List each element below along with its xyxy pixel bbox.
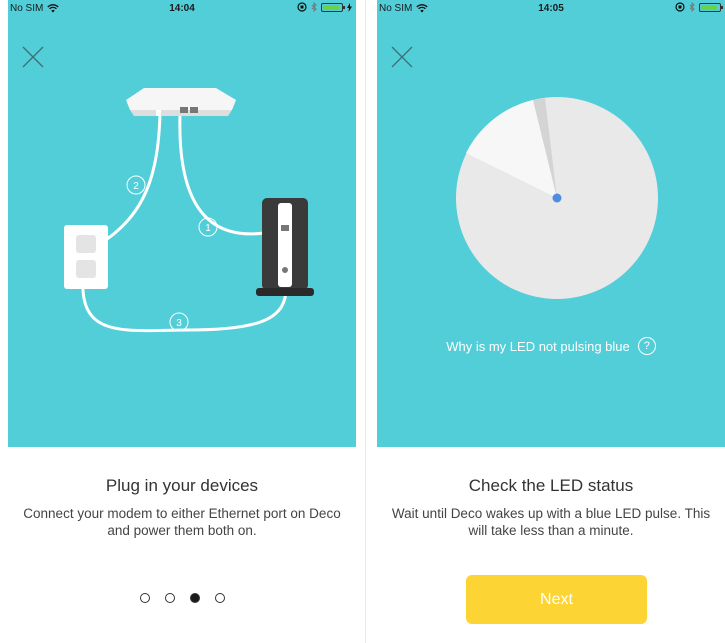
page-description: Connect your modem to either Ethernet po…: [23, 506, 341, 538]
deco-led-illustration: [456, 97, 658, 299]
page-description: Wait until Deco wakes up with a blue LED…: [391, 506, 711, 538]
page-dot[interactable]: [164, 593, 175, 603]
led-indicator: [552, 193, 562, 203]
check-led-screen: No SIM 14:05 Why is my LED not pulsing b…: [377, 0, 725, 643]
cable-label-2: 2: [133, 181, 139, 192]
page-dot[interactable]: [139, 593, 150, 603]
led-panel: No SIM 14:05 Why is my LED not pulsing b…: [377, 0, 725, 447]
deco-unit-icon: [126, 88, 236, 116]
plug-in-devices-screen: No SIM 14:04 2 1 3 Plug in your devices …: [8, 0, 356, 643]
next-button[interactable]: Next: [466, 575, 647, 624]
page-indicator: [8, 593, 356, 603]
page-title: Plug in your devices: [105, 476, 259, 495]
page-dot[interactable]: [214, 593, 225, 603]
help-icon[interactable]: ?: [637, 337, 656, 355]
led-help-link[interactable]: Why is my LED not pulsing blue ?: [377, 337, 725, 355]
screen-gap: [356, 0, 377, 643]
divider: [365, 0, 366, 643]
cable-label-1: 1: [205, 223, 211, 234]
cable-3: [81, 279, 288, 333]
page-dot-active[interactable]: [189, 593, 200, 603]
page-title: Check the LED status: [468, 476, 634, 495]
modem-icon: [256, 198, 314, 296]
setup-illustration: 2 1 3: [64, 88, 314, 333]
power-outlet-icon: [64, 225, 108, 289]
cable-label-3: 3: [176, 318, 182, 329]
led-help-text[interactable]: Why is my LED not pulsing blue: [446, 339, 630, 354]
illustration-panel: No SIM 14:04 2 1 3: [8, 0, 356, 447]
